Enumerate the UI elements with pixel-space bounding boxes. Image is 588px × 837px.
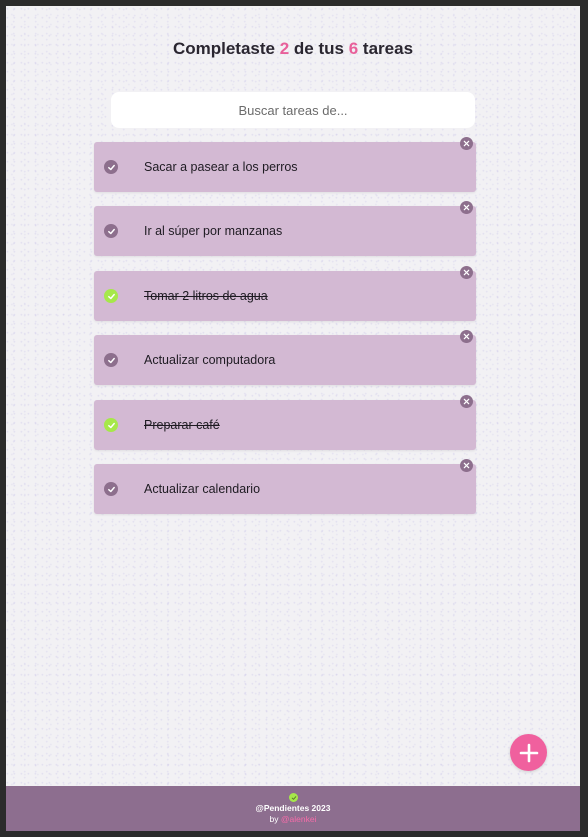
todo-text: Preparar café xyxy=(144,418,220,432)
todo-text: Actualizar calendario xyxy=(144,482,261,496)
add-todo-button[interactable] xyxy=(510,734,547,771)
app-container: Completaste 2 de tus 6 tareas Sacar a pa… xyxy=(6,6,580,831)
plus-icon xyxy=(519,743,538,762)
close-icon[interactable] xyxy=(460,137,473,150)
title-suffix: tareas xyxy=(362,39,414,58)
footer-by-label: by xyxy=(269,814,279,824)
footer-credit: by @alenkei xyxy=(6,814,580,824)
author-link[interactable]: @alenkei xyxy=(281,814,317,824)
check-badge-icon xyxy=(289,793,298,802)
todo-item: Actualizar computadora xyxy=(94,330,476,385)
check-icon[interactable] xyxy=(104,289,118,303)
check-icon[interactable] xyxy=(104,418,118,432)
todo-text: Tomar 2 litros de agua xyxy=(144,289,268,303)
todo-item: Tomar 2 litros de agua xyxy=(94,266,476,321)
todo-text: Ir al súper por manzanas xyxy=(144,224,283,238)
title-middle: de tus xyxy=(293,39,344,58)
close-icon[interactable] xyxy=(460,395,473,408)
footer-brand: @Pendientes 2023 xyxy=(255,803,331,813)
search-input[interactable] xyxy=(111,92,475,128)
todo-text: Sacar a pasear a los perros xyxy=(144,160,298,174)
todo-text: Actualizar computadora xyxy=(144,353,276,367)
todo-item: Ir al súper por manzanas xyxy=(94,201,476,256)
close-icon[interactable] xyxy=(460,201,473,214)
footer: @Pendientes 2023 by @alenkei xyxy=(6,786,580,831)
todo-item: Actualizar calendario xyxy=(94,459,476,514)
total-count: 6 xyxy=(348,39,359,58)
close-icon[interactable] xyxy=(460,330,473,343)
check-icon[interactable] xyxy=(104,224,118,238)
close-icon[interactable] xyxy=(460,266,473,279)
check-icon[interactable] xyxy=(104,482,118,496)
check-icon[interactable] xyxy=(104,160,118,174)
completed-count: 2 xyxy=(279,39,290,58)
check-icon[interactable] xyxy=(104,353,118,367)
page-title: Completaste 2 de tus 6 tareas xyxy=(6,39,580,59)
close-icon[interactable] xyxy=(460,459,473,472)
todo-item: Preparar café xyxy=(94,395,476,450)
todo-item: Sacar a pasear a los perros xyxy=(94,137,476,192)
title-prefix: Completaste xyxy=(172,39,275,58)
